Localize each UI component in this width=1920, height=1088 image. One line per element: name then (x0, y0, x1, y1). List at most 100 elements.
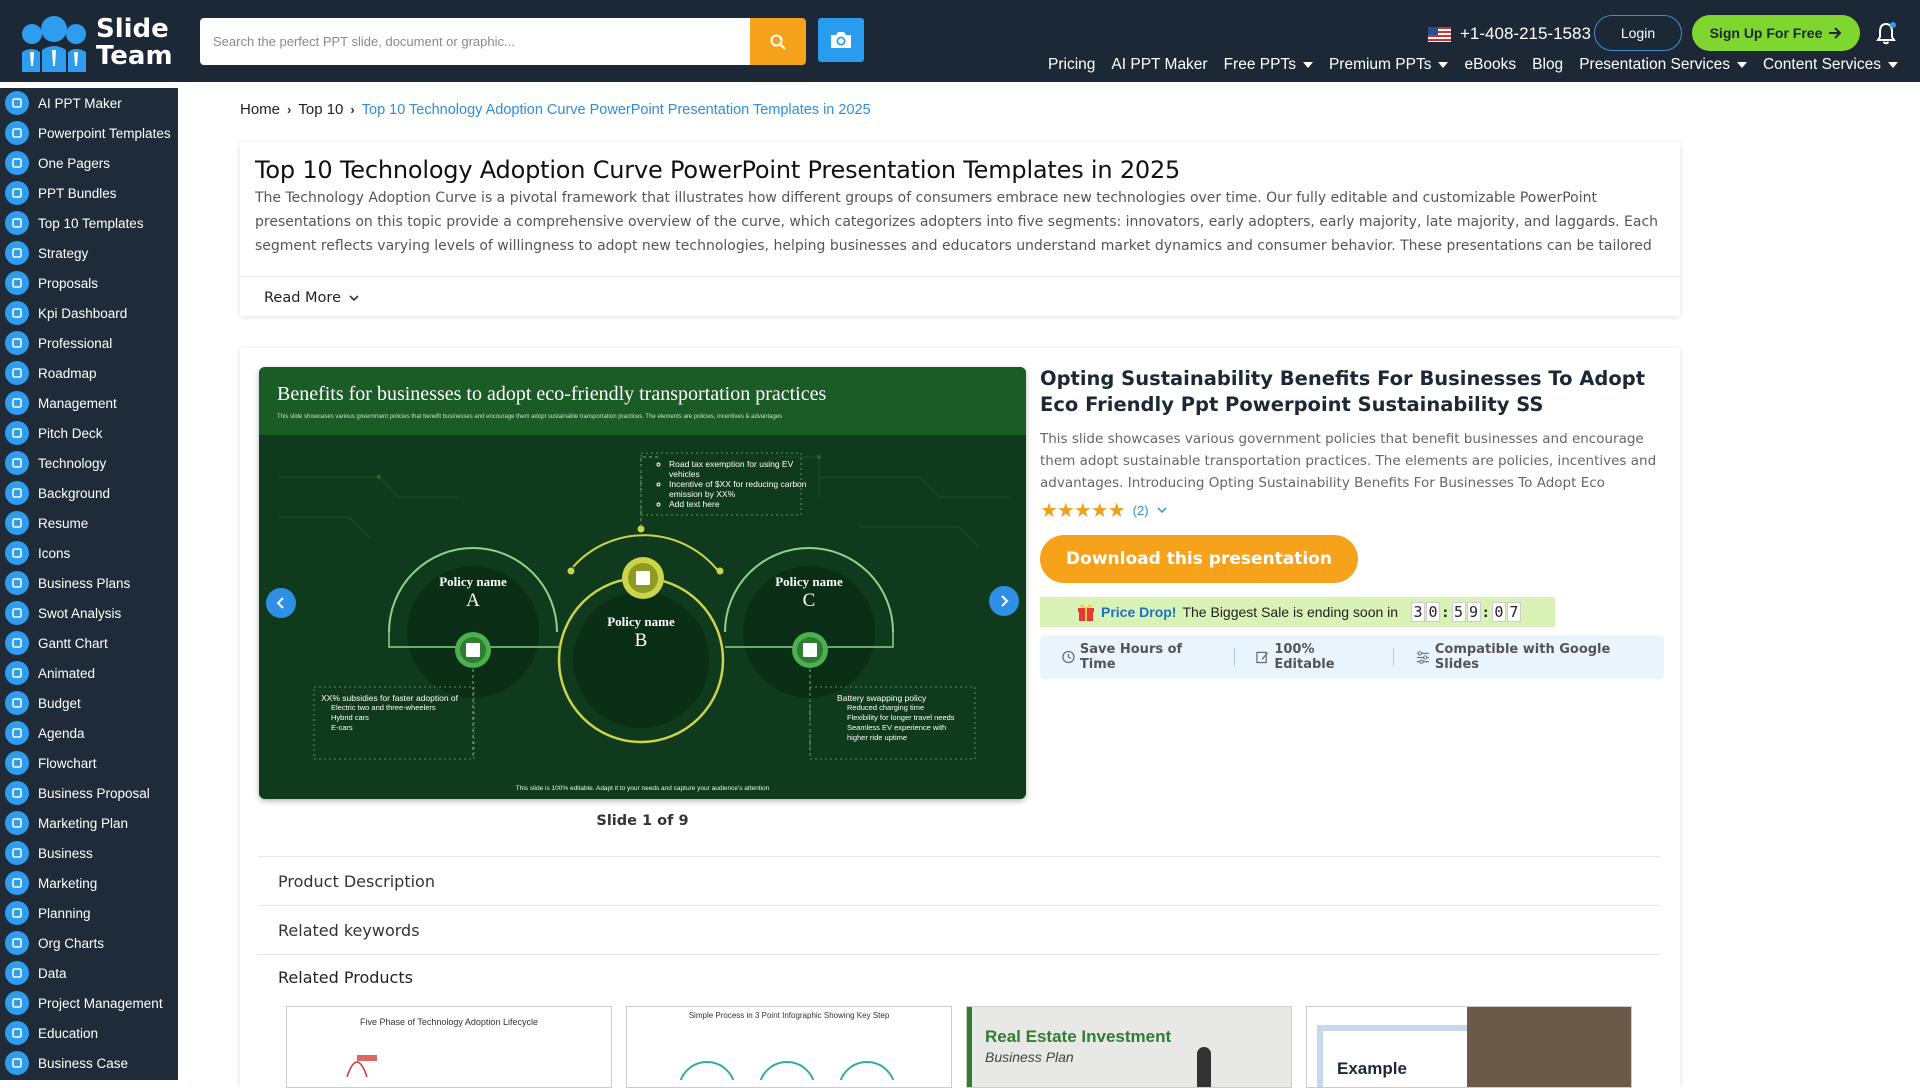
sidebar-item-background[interactable]: Background (0, 478, 178, 508)
policy-a: Policy name A (435, 574, 511, 612)
sidebar-item-one-pagers[interactable]: One Pagers (0, 148, 178, 178)
nav-label: Blog (1532, 56, 1564, 73)
sidebar-item-label: Org Charts (38, 935, 105, 951)
sidebar-item-proposals[interactable]: Proposals (0, 268, 178, 298)
sidebar-item-roadmap[interactable]: Roadmap (0, 358, 178, 388)
sidebar-item-label: Professional (38, 335, 113, 351)
bullet-item: Road tax exemption for using EV vehicles (669, 459, 809, 479)
sidebar-item-technology[interactable]: Technology (0, 448, 178, 478)
sidebar-item-education[interactable]: Education (0, 1018, 178, 1048)
sidebar-item-management[interactable]: Management (0, 388, 178, 418)
slideteam-logo[interactable]: Slide Team (18, 14, 173, 72)
technology-icon (5, 451, 29, 475)
related-product-card[interactable]: Real Estate Investment Business Plan (966, 1006, 1292, 1088)
related-product-card[interactable]: Simple Process in 3 Point Infographic Sh… (626, 1006, 952, 1088)
slide-next-button[interactable] (989, 586, 1019, 616)
login-button[interactable]: Login (1594, 15, 1682, 51)
download-button[interactable]: Download this presentation (1040, 535, 1358, 583)
nav-free-ppts[interactable]: Free PPTs (1224, 56, 1313, 74)
org-chart-icon (5, 931, 29, 955)
search-button[interactable] (750, 18, 806, 65)
bundle-icon (5, 181, 29, 205)
sidebar-item-agenda[interactable]: Agenda (0, 718, 178, 748)
feature-save-time: Save Hours of Time (1040, 642, 1234, 672)
slide-counter: Slide 1 of 9 (596, 813, 689, 829)
page-description: The Technology Adoption Curve is a pivot… (255, 190, 1659, 254)
sidebar-item-org-charts[interactable]: Org Charts (0, 928, 178, 958)
sidebar-item-project-management[interactable]: Project Management (0, 988, 178, 1018)
signup-button[interactable]: Sign Up For Free (1692, 15, 1860, 51)
sidebar-item-planning[interactable]: Planning (0, 898, 178, 928)
nav-ebooks[interactable]: eBooks (1464, 56, 1516, 74)
breadcrumb-home[interactable]: Home (240, 101, 280, 118)
sub-bullet: Flexibility for longer travel needs (847, 713, 955, 722)
sidebar-item-marketing-plan[interactable]: Marketing Plan (0, 808, 178, 838)
feature-label: Save Hours of Time (1079, 642, 1183, 672)
sidebar-item-pitch-deck[interactable]: Pitch Deck (0, 418, 178, 448)
nav-blog[interactable]: Blog (1532, 56, 1563, 74)
related-products-title: Related Products (278, 968, 413, 987)
sidebar-item-business[interactable]: Business (0, 838, 178, 868)
chevron-right-icon (1001, 595, 1009, 607)
slide-prev-button[interactable] (266, 588, 296, 618)
related-product-caption: Business Plan (985, 1049, 1074, 1065)
accent-bar (967, 1007, 972, 1087)
sidebar-item-gantt-chart[interactable]: Gantt Chart (0, 628, 178, 658)
sidebar-item-label: Management (38, 395, 117, 411)
funnel-icon (5, 871, 29, 895)
sidebar-item-ppt-bundles[interactable]: PPT Bundles (0, 178, 178, 208)
sidebar-item-flowchart[interactable]: Flowchart (0, 748, 178, 778)
related-product-card[interactable]: Example (1306, 1006, 1632, 1088)
sidebar-item-animated[interactable]: Animated (0, 658, 178, 688)
breadcrumb-current[interactable]: Top 10 Technology Adoption Curve PowerPo… (362, 102, 871, 118)
sidebar-item-label: Education (38, 1025, 99, 1041)
accordion-related-keywords[interactable]: Related keywords (258, 905, 1660, 954)
accordion-product-description[interactable]: Product Description (258, 856, 1660, 905)
sidebar-item-marketing[interactable]: Marketing (0, 868, 178, 898)
sub-bullet: Hybrid cars (331, 713, 369, 722)
edit-icon (1256, 651, 1269, 664)
nav-premium-ppts[interactable]: Premium PPTs (1329, 56, 1449, 74)
nav-content-services[interactable]: Content Services (1763, 56, 1898, 74)
sidebar-item-label: Flowchart (38, 755, 97, 771)
related-thumbnail-graphic (678, 1061, 896, 1087)
sidebar-item-strategy[interactable]: Strategy (0, 238, 178, 268)
bullet-item: Add text here (669, 499, 809, 509)
read-more-button[interactable]: Read More (264, 290, 359, 306)
nav-ai-ppt-maker[interactable]: AI PPT Maker (1111, 56, 1207, 74)
slide-preview[interactable]: Benefits for businesses to adopt eco-fri… (259, 367, 1026, 799)
sidebar-item-budget[interactable]: Budget (0, 688, 178, 718)
sidebar-item-business-case[interactable]: Business Case (0, 1048, 178, 1078)
nav-pricing[interactable]: Pricing (1048, 56, 1095, 74)
notification-bell-icon[interactable] (1875, 21, 1897, 45)
dashboard-icon (5, 301, 29, 325)
sidebar-item-label: Business Proposal (38, 785, 150, 801)
sidebar-item-resume[interactable]: Resume (0, 508, 178, 538)
breadcrumb-section[interactable]: Top 10 (298, 101, 343, 118)
sidebar-item-label: Pitch Deck (38, 425, 103, 441)
sidebar-item-swot-analysis[interactable]: Swot Analysis (0, 598, 178, 628)
sliders-icon (1416, 650, 1429, 664)
globe-icon (5, 541, 29, 565)
sidebar-item-icons[interactable]: Icons (0, 538, 178, 568)
sidebar-item-professional[interactable]: Professional (0, 328, 178, 358)
sidebar-item-data[interactable]: Data (0, 958, 178, 988)
sidebar-item-powerpoint-templates[interactable]: Powerpoint Templates (0, 118, 178, 148)
phone-contact[interactable]: +1-408-215-1583 (1428, 23, 1591, 45)
sidebar-item-business-proposal[interactable]: Business Proposal (0, 778, 178, 808)
sidebar-item-label: One Pagers (38, 155, 111, 171)
image-search-button[interactable] (818, 18, 864, 62)
nav-presentation-services[interactable]: Presentation Services (1579, 56, 1747, 74)
sidebar-item-business-plans[interactable]: Business Plans (0, 568, 178, 598)
sidebar-item-top-10-templates[interactable]: Top 10 Templates (0, 208, 178, 238)
sidebar-item-ai-ppt-maker[interactable]: AI PPT Maker (0, 88, 178, 118)
countdown-separator: : (1481, 605, 1490, 621)
related-product-caption: Real Estate Investment (985, 1027, 1172, 1046)
gear-icon (5, 601, 29, 625)
star-rating: ★★★★★ (1040, 500, 1126, 522)
sidebar-item-kpi-dashboard[interactable]: Kpi Dashboard (0, 298, 178, 328)
product-rating[interactable]: ★★★★★ (2) (1040, 498, 1167, 523)
gift-icon (1078, 604, 1094, 621)
search-input[interactable] (200, 18, 750, 65)
related-product-card[interactable]: Five Phase of Technology Adoption Lifecy… (286, 1006, 612, 1088)
